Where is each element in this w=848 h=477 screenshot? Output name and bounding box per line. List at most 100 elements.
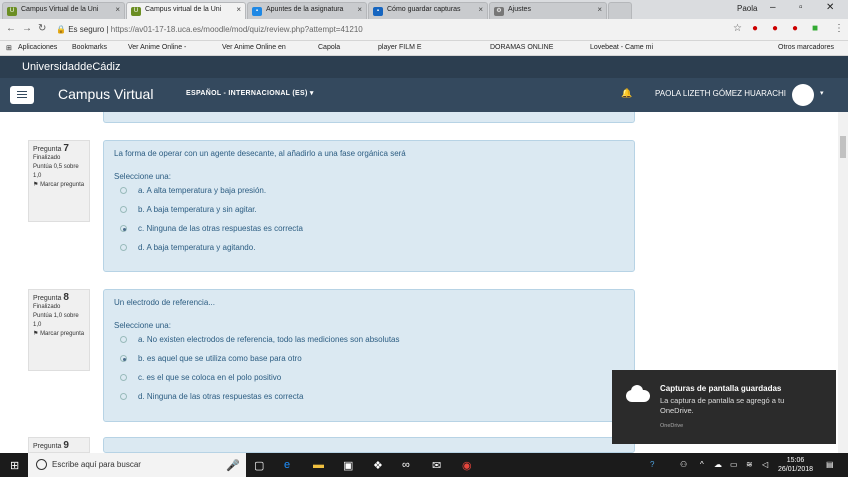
extension-icon[interactable]: ●	[752, 23, 758, 34]
radio-button[interactable]	[120, 206, 127, 213]
minimize-icon[interactable]: –	[770, 2, 776, 13]
user-name[interactable]: PAOLA LIZETH GÓMEZ HUARACHI	[655, 89, 786, 98]
close-tab-icon[interactable]: ×	[236, 5, 241, 14]
volume-icon[interactable]: ◁	[762, 460, 768, 469]
task-view-icon[interactable]: ▢	[254, 459, 264, 472]
radio-button[interactable]	[120, 336, 127, 343]
radio-button[interactable]	[120, 244, 127, 251]
browser-tab-active[interactable]: U Campus virtual de la Uni ×	[126, 2, 246, 19]
flag-icon: ⚑	[33, 331, 39, 337]
notification-bell-icon[interactable]: 🔔	[621, 88, 632, 99]
radio-button-checked[interactable]	[120, 225, 127, 232]
microphone-icon[interactable]: 🎤	[226, 459, 240, 472]
site-favicon-icon: U	[7, 7, 17, 16]
radio-button[interactable]	[120, 393, 127, 400]
chrome-icon[interactable]: ◉	[462, 459, 472, 472]
extension-icon[interactable]: ■	[812, 23, 818, 34]
bookmark-item[interactable]: Ver Anime Online -	[128, 44, 186, 51]
answer-option[interactable]: d. A baja temperatura y agitando.	[114, 243, 624, 262]
bookmarks-bar: ⊞ Aplicaciones Bookmarks Ver Anime Onlin…	[0, 41, 848, 56]
extension-icon[interactable]: ●	[772, 23, 778, 34]
action-center-icon[interactable]: ▤	[826, 460, 834, 469]
close-window-icon[interactable]: ✕	[826, 2, 834, 13]
browser-tab-strip: U Campus Virtual de la Uni × U Campus vi…	[0, 0, 848, 19]
bookmark-item[interactable]: Aplicaciones	[18, 44, 57, 51]
bookmark-item[interactable]: Capola	[318, 44, 340, 51]
people-icon[interactable]: ⚇	[680, 460, 687, 469]
answer-option[interactable]: d. Ninguna de las otras respuestas es co…	[114, 392, 624, 411]
store-icon[interactable]: ▣	[343, 459, 353, 472]
scrollbar-thumb[interactable]	[840, 136, 846, 158]
answer-option-selected[interactable]: c. Ninguna de las otras respuestas es co…	[114, 224, 624, 243]
site-brand[interactable]: Campus Virtual	[58, 86, 153, 102]
windows-taskbar: ⊞ Escribe aquí para buscar 🎤 ▢ e ▬ ▣ ❖ ∞…	[0, 453, 848, 477]
answer-prompt: Seleccione una:	[114, 321, 171, 330]
university-header: UniversidaddeCádiz	[0, 56, 848, 78]
chevron-down-icon[interactable]: ▾	[820, 89, 824, 97]
profile-name[interactable]: Paola	[737, 4, 757, 13]
browser-tab[interactable]: ▪ Apuntes de la asignatura ×	[247, 2, 367, 19]
answer-option[interactable]: a. A alta temperatura y baja presión.	[114, 186, 624, 205]
bookmark-item[interactable]: Ver Anime Online en	[222, 44, 286, 51]
edge-icon[interactable]: e	[284, 459, 290, 471]
address-bar[interactable]: 🔒 Es seguro | https://av01-17-18.uca.es/…	[56, 22, 756, 38]
close-tab-icon[interactable]: ×	[115, 5, 120, 14]
wifi-icon[interactable]: ≋	[746, 460, 753, 469]
bookmark-item[interactable]: Otros marcadores	[778, 44, 834, 51]
previous-question-box	[103, 112, 635, 123]
system-clock[interactable]: 15:06 26/01/2018	[778, 456, 813, 474]
menu-kebab-icon[interactable]: ⋮	[834, 23, 844, 34]
bookmark-item[interactable]: Bookmarks	[72, 44, 107, 51]
windows-start-icon[interactable]: ⊞	[10, 459, 19, 472]
answer-option[interactable]: b. A baja temperatura y sin agitar.	[114, 205, 624, 224]
extension-icon[interactable]: ●	[792, 23, 798, 34]
taskbar-search-box[interactable]: Escribe aquí para buscar	[28, 453, 246, 477]
site-favicon-icon: U	[131, 7, 141, 16]
forward-icon[interactable]: →	[22, 23, 32, 34]
menu-toggle-button[interactable]	[10, 86, 34, 104]
question-text: Un electrodo de referencia...	[114, 298, 215, 307]
new-tab-button[interactable]	[608, 2, 632, 19]
cortana-icon	[36, 459, 47, 470]
bookmark-item[interactable]: DORAMAS ONLINE	[490, 44, 553, 51]
answer-option[interactable]: a. No existen electrodos de referencia, …	[114, 335, 624, 354]
answer-option-selected[interactable]: b. es aquel que se utiliza como base par…	[114, 354, 624, 373]
file-explorer-icon[interactable]: ▬	[313, 459, 324, 471]
onedrive-notification[interactable]: Capturas de pantalla guardadas La captur…	[612, 370, 836, 444]
restore-icon[interactable]: ▫	[799, 2, 803, 13]
avatar[interactable]	[792, 84, 814, 106]
help-icon[interactable]: ?	[650, 460, 654, 469]
tray-chevron-icon[interactable]: ^	[700, 460, 704, 469]
flag-question-link[interactable]: ⚑ Marcar pregunta	[33, 330, 85, 339]
browser-tab[interactable]: U Campus Virtual de la Uni ×	[2, 2, 125, 19]
answer-option[interactable]: c. es el que se coloca en el polo positi…	[114, 373, 624, 392]
apps-icon[interactable]: ⊞	[6, 44, 12, 52]
question-info: Pregunta 7 Finalizado Puntúa 0,5 sobre 1…	[28, 140, 90, 222]
language-menu[interactable]: ESPAÑOL - INTERNACIONAL (ES) ▾	[186, 89, 314, 97]
flag-question-link[interactable]: ⚑ Marcar pregunta	[33, 181, 85, 190]
question-info: Pregunta 8 Finalizado Puntúa 1,0 sobre 1…	[28, 289, 90, 371]
university-logo[interactable]: UniversidaddeCádiz	[22, 61, 120, 73]
browser-tab[interactable]: ⚙ Ajustes ×	[489, 2, 607, 19]
question-status: Finalizado	[33, 155, 61, 161]
bookmark-star-icon[interactable]: ☆	[733, 23, 742, 34]
back-icon[interactable]: ←	[6, 23, 16, 34]
question-formulation	[103, 437, 635, 453]
close-tab-icon[interactable]: ×	[597, 5, 602, 14]
bookmark-item[interactable]: Lovebeat - Came mi	[590, 44, 653, 51]
battery-icon[interactable]: ▭	[730, 460, 738, 469]
close-tab-icon[interactable]: ×	[478, 5, 483, 14]
radio-button[interactable]	[120, 187, 127, 194]
close-tab-icon[interactable]: ×	[357, 5, 362, 14]
infinity-app-icon[interactable]: ∞	[402, 459, 410, 471]
reload-icon[interactable]: ↻	[38, 23, 46, 34]
question-text: La forma de operar con un agente desecan…	[114, 149, 406, 158]
onedrive-tray-icon[interactable]: ☁	[714, 460, 722, 469]
radio-button[interactable]	[120, 374, 127, 381]
bookmark-item[interactable]: player FILM E	[378, 44, 422, 51]
radio-button-checked[interactable]	[120, 355, 127, 362]
mail-icon[interactable]: ✉	[432, 459, 441, 472]
page-scrollbar[interactable]	[838, 112, 848, 453]
dropbox-icon[interactable]: ❖	[373, 459, 383, 472]
browser-tab[interactable]: ▪ Cómo guardar capturas ×	[368, 2, 488, 19]
